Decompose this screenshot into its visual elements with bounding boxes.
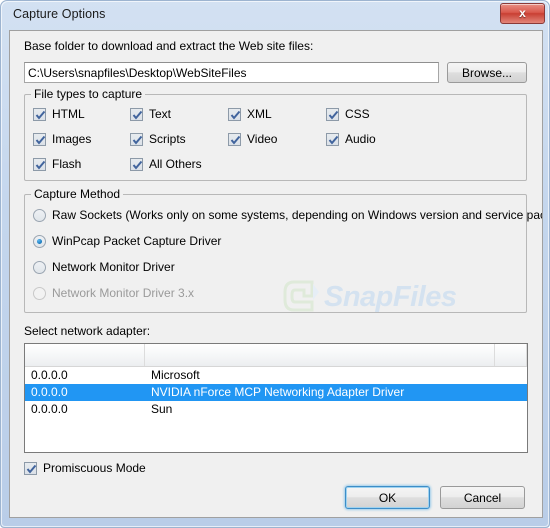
capture-method-label: WinPcap Packet Capture Driver <box>52 234 222 248</box>
checkbox-icon <box>130 157 143 171</box>
list-column-header-1[interactable] <box>145 344 495 366</box>
filetype-checkbox-flash[interactable]: Flash <box>33 157 81 171</box>
filetype-label: All Others <box>149 157 202 171</box>
capture-method-radio-3: Network Monitor Driver 3.x <box>33 286 194 300</box>
filetype-checkbox-all-others[interactable]: All Others <box>130 157 202 171</box>
close-icon: x <box>519 6 526 20</box>
checkbox-icon <box>33 132 46 146</box>
filetype-label: CSS <box>345 107 370 121</box>
capture-method-label: Network Monitor Driver <box>52 260 175 274</box>
list-body[interactable]: 0.0.0.0 Microsoft 0.0.0.0 NVIDIA nForce MCP… <box>25 367 527 418</box>
checkbox-icon <box>33 107 46 121</box>
table-row[interactable]: 0.0.0.0 Microsoft <box>25 367 527 384</box>
radio-selected-dot <box>37 238 42 244</box>
filetype-checkbox-images[interactable]: Images <box>33 132 91 146</box>
adapter-address: 0.0.0.0 <box>31 385 68 399</box>
browse-button[interactable]: Browse... <box>447 62 527 83</box>
title-bar[interactable]: Capture Options x <box>1 1 549 30</box>
file-types-group: File types to capture HTML Text XML CSS Imag… <box>24 87 527 181</box>
radio-icon <box>33 286 46 300</box>
adapter-name: NVIDIA nForce MCP Networking Adapter Dri… <box>151 385 405 399</box>
network-adapter-list[interactable]: 0.0.0.0 Microsoft 0.0.0.0 NVIDIA nForce MCP… <box>24 343 528 453</box>
checkbox-icon <box>130 132 143 146</box>
checkbox-icon <box>24 461 37 475</box>
dialog-client-area: SnapFiles Base folder to download and ex… <box>9 30 543 518</box>
capture-method-label: Raw Sockets (Works only on some systems,… <box>52 208 543 222</box>
base-folder-label: Base folder to download and extract the … <box>24 39 314 53</box>
radio-icon <box>33 234 46 248</box>
filetype-checkbox-video[interactable]: Video <box>228 132 277 146</box>
capture-method-label: Network Monitor Driver 3.x <box>52 286 195 300</box>
filetype-label: Images <box>52 132 92 146</box>
filetype-label: HTML <box>52 107 85 121</box>
checkbox-icon <box>228 107 241 121</box>
filetype-label: Scripts <box>149 132 186 146</box>
filetype-checkbox-audio[interactable]: Audio <box>326 132 376 146</box>
radio-icon <box>33 208 46 222</box>
filetype-label: Video <box>247 132 278 146</box>
cancel-button[interactable]: Cancel <box>440 486 525 509</box>
window-title: Capture Options <box>13 7 106 21</box>
list-column-header-0[interactable] <box>25 344 145 366</box>
adapter-name: Sun <box>151 402 173 416</box>
filetype-checkbox-xml[interactable]: XML <box>228 107 272 121</box>
capture-method-radio-0[interactable]: Raw Sockets (Works only on some systems,… <box>33 208 543 222</box>
checkbox-icon <box>33 157 46 171</box>
checkbox-icon <box>130 107 143 121</box>
network-adapter-label: Select network adapter: <box>24 324 151 338</box>
capture-method-group: Capture Method Raw Sockets (Works only o… <box>24 187 542 313</box>
promiscuous-mode-checkbox[interactable]: Promiscuous Mode <box>24 461 146 475</box>
ok-button[interactable]: OK <box>345 486 430 509</box>
checkbox-icon <box>326 132 339 146</box>
filetype-label: XML <box>247 107 272 121</box>
capture-method-radio-1[interactable]: WinPcap Packet Capture Driver <box>33 234 221 248</box>
radio-icon <box>33 260 46 274</box>
filetype-checkbox-text[interactable]: Text <box>130 107 171 121</box>
table-row[interactable]: 0.0.0.0 Sun <box>25 401 527 418</box>
checkbox-icon <box>326 107 339 121</box>
filetype-checkbox-html[interactable]: HTML <box>33 107 85 121</box>
promiscuous-mode-label: Promiscuous Mode <box>43 461 146 475</box>
adapter-name: Microsoft <box>151 368 200 382</box>
list-header <box>25 344 527 367</box>
capture-options-dialog: Capture Options x SnapFiles Base folder … <box>0 0 550 528</box>
filetype-label: Text <box>149 107 172 121</box>
filetype-label: Flash <box>52 157 82 171</box>
base-folder-input[interactable] <box>24 62 439 83</box>
table-row[interactable]: 0.0.0.0 NVIDIA nForce MCP Networking Adap… <box>25 384 527 401</box>
list-column-header-2[interactable] <box>495 344 527 366</box>
filetype-checkbox-css[interactable]: CSS <box>326 107 370 121</box>
filetype-checkbox-scripts[interactable]: Scripts <box>130 132 186 146</box>
adapter-address: 0.0.0.0 <box>31 368 68 382</box>
close-button[interactable]: x <box>500 3 545 24</box>
filetype-label: Audio <box>345 132 376 146</box>
capture-method-radio-2[interactable]: Network Monitor Driver <box>33 260 175 274</box>
adapter-address: 0.0.0.0 <box>31 402 68 416</box>
checkbox-icon <box>228 132 241 146</box>
